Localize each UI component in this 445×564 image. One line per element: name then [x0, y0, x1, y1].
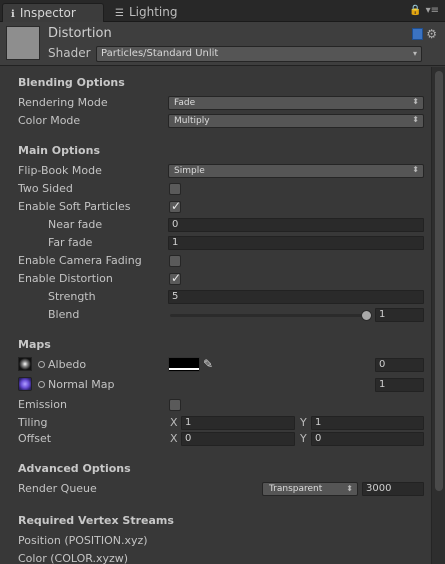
blend-label: Blend — [48, 308, 80, 321]
updown-arrow-icon: ⬍ — [412, 115, 419, 124]
normal-map-label-wrap: Normal Map — [38, 377, 115, 393]
shader-dropdown[interactable]: Particles/Standard Unlit ▾ — [96, 46, 422, 62]
two-sided-checkbox[interactable] — [169, 183, 181, 195]
lock-icon[interactable]: 🔒 — [409, 5, 421, 16]
offset-x-field[interactable]: 0 — [181, 432, 295, 446]
blend-slider-thumb[interactable] — [361, 310, 372, 321]
offset-y-label: Y — [300, 432, 307, 445]
near-fade-label: Near fade — [48, 218, 103, 231]
tab-tools: 🔒 ▾≡ — [405, 5, 439, 16]
tiling-y-label: Y — [300, 416, 307, 429]
shader-value: Particles/Standard Unlit — [101, 48, 219, 59]
offset-y-field[interactable]: 0 — [311, 432, 424, 446]
help-book-icon[interactable] — [412, 28, 424, 40]
normal-map-label: Normal Map — [48, 378, 115, 391]
render-queue-label: Render Queue — [18, 482, 97, 495]
header-icons: ⚙ — [412, 27, 437, 41]
vertex-stream-item: Position (POSITION.xyz) — [18, 534, 148, 547]
offset-x-label: X — [170, 432, 178, 445]
material-preview[interactable] — [6, 26, 40, 60]
rendering-mode-value: Fade — [174, 98, 196, 108]
section-maps: Maps — [18, 338, 51, 351]
emission-checkbox[interactable] — [169, 399, 181, 411]
updown-arrow-icon: ⬍ — [412, 97, 419, 106]
albedo-label-wrap: Albedo — [38, 357, 86, 373]
render-queue-field[interactable]: 3000 — [362, 482, 424, 496]
blend-field[interactable]: 1 — [375, 308, 424, 322]
flipbook-mode-value: Simple — [174, 166, 205, 176]
section-blending-options: Blending Options — [18, 76, 125, 89]
lighting-icon: ☰ — [115, 8, 124, 19]
shader-label: Shader — [48, 46, 91, 60]
two-sided-label: Two Sided — [18, 182, 73, 195]
render-queue-mode: Transparent — [269, 484, 323, 494]
strength-field[interactable]: 5 — [168, 290, 424, 304]
strength-label: Strength — [48, 290, 96, 303]
emission-label: Emission — [18, 398, 67, 411]
section-required-vertex-streams: Required Vertex Streams — [18, 514, 174, 527]
updown-arrow-icon: ⬍ — [346, 484, 353, 493]
albedo-texture-slot[interactable] — [18, 357, 32, 371]
object-picker-icon[interactable] — [38, 381, 45, 388]
albedo-label: Albedo — [48, 358, 87, 371]
section-main-options: Main Options — [18, 144, 100, 157]
object-picker-icon[interactable] — [38, 361, 45, 368]
tiling-x-label: X — [170, 416, 178, 429]
distortion-checkbox[interactable] — [169, 271, 181, 285]
chevron-down-icon: ▾ — [412, 49, 417, 58]
tiling-label: Tiling — [18, 416, 48, 429]
tab-bar: ℹ Inspector ☰ Lighting 🔒 ▾≡ — [0, 0, 445, 22]
color-mode-dropdown[interactable]: Multiply ⬍ — [168, 114, 424, 128]
far-fade-field[interactable]: 1 — [168, 236, 424, 250]
flipbook-mode-dropdown[interactable]: Simple ⬍ — [168, 164, 424, 178]
tiling-x-field[interactable]: 1 — [181, 416, 295, 430]
blend-slider-track[interactable] — [170, 314, 368, 317]
soft-particles-checkbox[interactable] — [169, 199, 181, 213]
section-advanced-options: Advanced Options — [18, 462, 131, 475]
rendering-mode-dropdown[interactable]: Fade ⬍ — [168, 96, 424, 110]
soft-particles-label: Enable Soft Particles — [18, 200, 131, 213]
albedo-color-swatch[interactable] — [168, 357, 200, 372]
updown-arrow-icon: ⬍ — [412, 165, 419, 174]
material-name: Distortion — [48, 26, 112, 41]
rendering-mode-label: Rendering Mode — [18, 96, 108, 109]
menu-icon[interactable]: ▾≡ — [426, 5, 439, 16]
color-mode-label: Color Mode — [18, 114, 81, 127]
offset-label: Offset — [18, 432, 52, 445]
normal-map-texture-slot[interactable] — [18, 377, 32, 391]
tiling-y-field[interactable]: 1 — [311, 416, 424, 430]
eyedropper-icon[interactable]: ✎ — [203, 357, 213, 371]
albedo-value-field[interactable]: 0 — [375, 358, 424, 372]
normal-map-value-field[interactable]: 1 — [375, 378, 424, 392]
render-queue-dropdown[interactable]: Transparent ⬍ — [262, 482, 358, 496]
scrollbar-thumb[interactable] — [435, 71, 443, 491]
tab-lighting[interactable]: ☰ Lighting — [107, 3, 207, 22]
color-mode-value: Multiply — [174, 116, 210, 126]
far-fade-label: Far fade — [48, 236, 93, 249]
tab-inspector-label: Inspector — [19, 6, 76, 20]
distortion-label: Enable Distortion — [18, 272, 113, 285]
flipbook-mode-label: Flip-Book Mode — [18, 164, 102, 177]
camera-fading-label: Enable Camera Fading — [18, 254, 142, 267]
material-header: Distortion Shader Particles/Standard Unl… — [0, 22, 445, 66]
vertex-stream-item: Color (COLOR.xyzw) — [18, 552, 129, 564]
near-fade-field[interactable]: 0 — [168, 218, 424, 232]
gear-icon[interactable]: ⚙ — [426, 27, 437, 41]
tab-lighting-label: Lighting — [128, 5, 178, 19]
tab-inspector[interactable]: ℹ Inspector — [2, 3, 104, 22]
camera-fading-checkbox[interactable] — [169, 255, 181, 267]
scrollbar[interactable] — [431, 67, 445, 564]
